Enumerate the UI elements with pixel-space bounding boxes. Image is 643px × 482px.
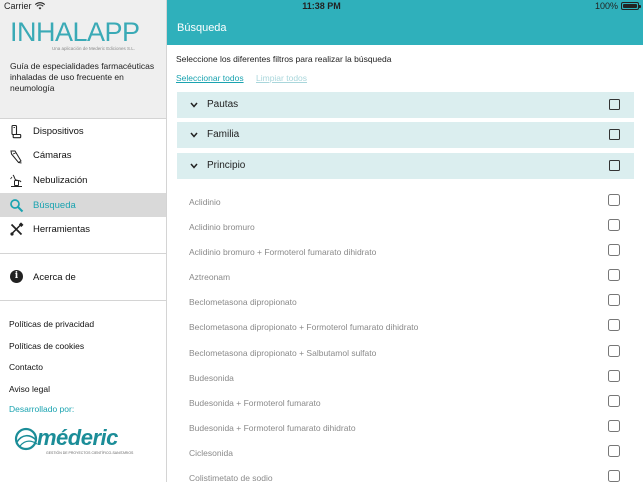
- app-root: Carrier 11:38 PM 100% INHALAPP Una aplic…: [0, 0, 643, 482]
- section-label: Principio: [207, 160, 246, 171]
- list-item[interactable]: Beclometasona dipropionato + Formoterol …: [177, 315, 634, 340]
- list-item-checkbox[interactable]: [608, 269, 620, 282]
- section-checkbox[interactable]: [609, 160, 620, 171]
- brand-panel: INHALAPP Una aplicación de Mederic Edici…: [0, 0, 166, 119]
- list-item[interactable]: Budesonida + Formoterol fumarato dihidra…: [177, 416, 634, 441]
- status-right: 100%: [594, 1, 641, 11]
- instructions-text: Seleccione los diferentes filtros para r…: [176, 54, 392, 64]
- spacer-chamber-icon: [10, 150, 22, 164]
- mederic-logo-subtitle: GESTIÓN DE PROYECTOS CIENTÍFICO-SANITARI…: [46, 451, 134, 455]
- status-bar: Carrier 11:38 PM 100%: [0, 0, 643, 14]
- list-item-label: Beclometasona dipropionato + Salbutamol …: [189, 347, 377, 358]
- info-icon: i: [10, 270, 23, 283]
- tools-icon: [10, 222, 24, 236]
- list-item[interactable]: Aclidinio: [177, 190, 634, 215]
- nebulizer-icon: [10, 174, 22, 188]
- section-label: Familia: [207, 129, 240, 140]
- mederic-logo-text: méderic: [37, 425, 118, 450]
- list-item-label: Budesonida + Formoterol fumarato: [189, 397, 321, 408]
- list-item-checkbox[interactable]: [608, 470, 620, 482]
- list-item[interactable]: Aztreonam: [177, 265, 634, 290]
- sidebar-item-label: Herramientas: [33, 224, 91, 236]
- privacy-policy-link[interactable]: Políticas de privacidad: [9, 316, 94, 338]
- sidebar-item-busqueda[interactable]: Búsqueda: [0, 192, 166, 218]
- list-item-checkbox[interactable]: [608, 319, 620, 332]
- list-item-label: Budesonida + Formoterol fumarato dihidra…: [189, 422, 356, 433]
- list-item-checkbox[interactable]: [608, 244, 620, 257]
- list-item-checkbox[interactable]: [608, 194, 620, 206]
- main-panel: Búsqueda Seleccione los diferentes filtr…: [167, 0, 643, 482]
- clear-all-link[interactable]: Limpiar todos: [256, 73, 307, 83]
- sidebar-item-label: Nebulización: [33, 174, 88, 186]
- chevron-down-icon: [190, 163, 198, 169]
- inhaler-icon: [11, 124, 22, 139]
- list-item[interactable]: Ciclesonida: [177, 441, 634, 466]
- battery-percent: 100%: [594, 1, 618, 11]
- list-item-checkbox[interactable]: [608, 344, 620, 357]
- sidebar-item-label: Búsqueda: [33, 199, 76, 211]
- list-item-label: Aztreonam: [189, 272, 231, 283]
- battery-fill: [623, 4, 637, 8]
- list-item-label: Aclidinio bromuro: [189, 222, 255, 233]
- app-tagline: Guía de especialidades farmacéuticas inh…: [10, 61, 155, 93]
- list-item-checkbox[interactable]: [608, 444, 620, 457]
- section-checkbox[interactable]: [609, 129, 620, 140]
- list-item-checkbox[interactable]: [608, 419, 620, 432]
- list-item-label: Aclidinio: [189, 197, 221, 207]
- sidebar-divider: [0, 300, 166, 301]
- page-title: Búsqueda: [177, 22, 227, 34]
- sidebar-item-label: Acerca de: [33, 271, 76, 283]
- list-item[interactable]: Beclometasona dipropionato + Salbutamol …: [177, 341, 634, 366]
- sidebar-item-herramientas[interactable]: Herramientas: [0, 217, 166, 242]
- sidebar-divider: [0, 253, 166, 254]
- list-item[interactable]: Aclidinio bromuro: [177, 215, 634, 240]
- list-item-label: Budesonida: [189, 372, 234, 383]
- sidebar: INHALAPP Una aplicación de Mederic Edici…: [0, 0, 167, 482]
- list-item-checkbox[interactable]: [608, 219, 620, 232]
- list-item-label: Beclometasona dipropionato + Formoterol …: [189, 322, 419, 333]
- status-time: 11:38 PM: [302, 1, 341, 11]
- battery-icon: [621, 2, 641, 10]
- list-item[interactable]: Aclidinio bromuro + Formoterol fumarato …: [177, 240, 634, 265]
- list-item-label: Aclidinio bromuro + Formoterol fumarato …: [189, 247, 377, 258]
- section-label: Pautas: [207, 99, 239, 110]
- list-item[interactable]: Budesonida: [177, 366, 634, 391]
- app-logo-subtitle: Una aplicación de Mederic Ediciones S.L.: [52, 46, 136, 51]
- list-item[interactable]: Colistimetato de sodio: [177, 466, 634, 482]
- legal-notice-link[interactable]: Aviso legal: [9, 381, 94, 403]
- principio-list: Aclidinio Aclidinio bromuro Aclidinio brom…: [177, 190, 634, 482]
- list-item[interactable]: Beclometasona dipropionato: [177, 290, 634, 315]
- cookie-policy-link[interactable]: Políticas de cookies: [9, 338, 94, 360]
- section-pautas[interactable]: Pautas: [177, 92, 634, 118]
- select-all-link[interactable]: Seleccionar todos: [176, 73, 244, 83]
- section-principio[interactable]: Principio: [177, 153, 634, 179]
- search-icon: [10, 198, 24, 212]
- sidebar-item-label: Dispositivos: [33, 125, 84, 137]
- sidebar-item-label: Cámaras: [33, 150, 72, 162]
- list-item[interactable]: Budesonida + Formoterol fumarato: [177, 391, 634, 416]
- list-item-label: Colistimetato de sodio: [189, 473, 273, 482]
- list-item-checkbox[interactable]: [608, 369, 620, 382]
- sidebar-item-acerca-de[interactable]: i Acerca de: [0, 264, 166, 290]
- chevron-down-icon: [190, 132, 198, 138]
- sidebar-links: Políticas de privacidad Políticas de coo…: [9, 316, 94, 402]
- chevron-down-icon: [190, 102, 198, 108]
- list-item-label: Ciclesonida: [189, 447, 233, 458]
- sidebar-item-camaras[interactable]: Cámaras: [0, 144, 166, 169]
- section-checkbox[interactable]: [609, 99, 620, 110]
- section-familia[interactable]: Familia: [177, 122, 634, 148]
- developer-label: Desarrollado por:: [9, 404, 75, 414]
- list-item-checkbox[interactable]: [608, 394, 620, 407]
- sidebar-item-dispositivos[interactable]: Dispositivos: [0, 119, 166, 144]
- sidebar-nav: Dispositivos Cámaras Nebulización Búsque…: [0, 119, 166, 242]
- list-item-label: Beclometasona dipropionato: [189, 297, 297, 308]
- contact-link[interactable]: Contacto: [9, 359, 94, 381]
- sidebar-item-nebulizacion[interactable]: Nebulización: [0, 168, 166, 193]
- app-logo: INHALAPP: [10, 17, 140, 47]
- list-item-checkbox[interactable]: [608, 294, 620, 307]
